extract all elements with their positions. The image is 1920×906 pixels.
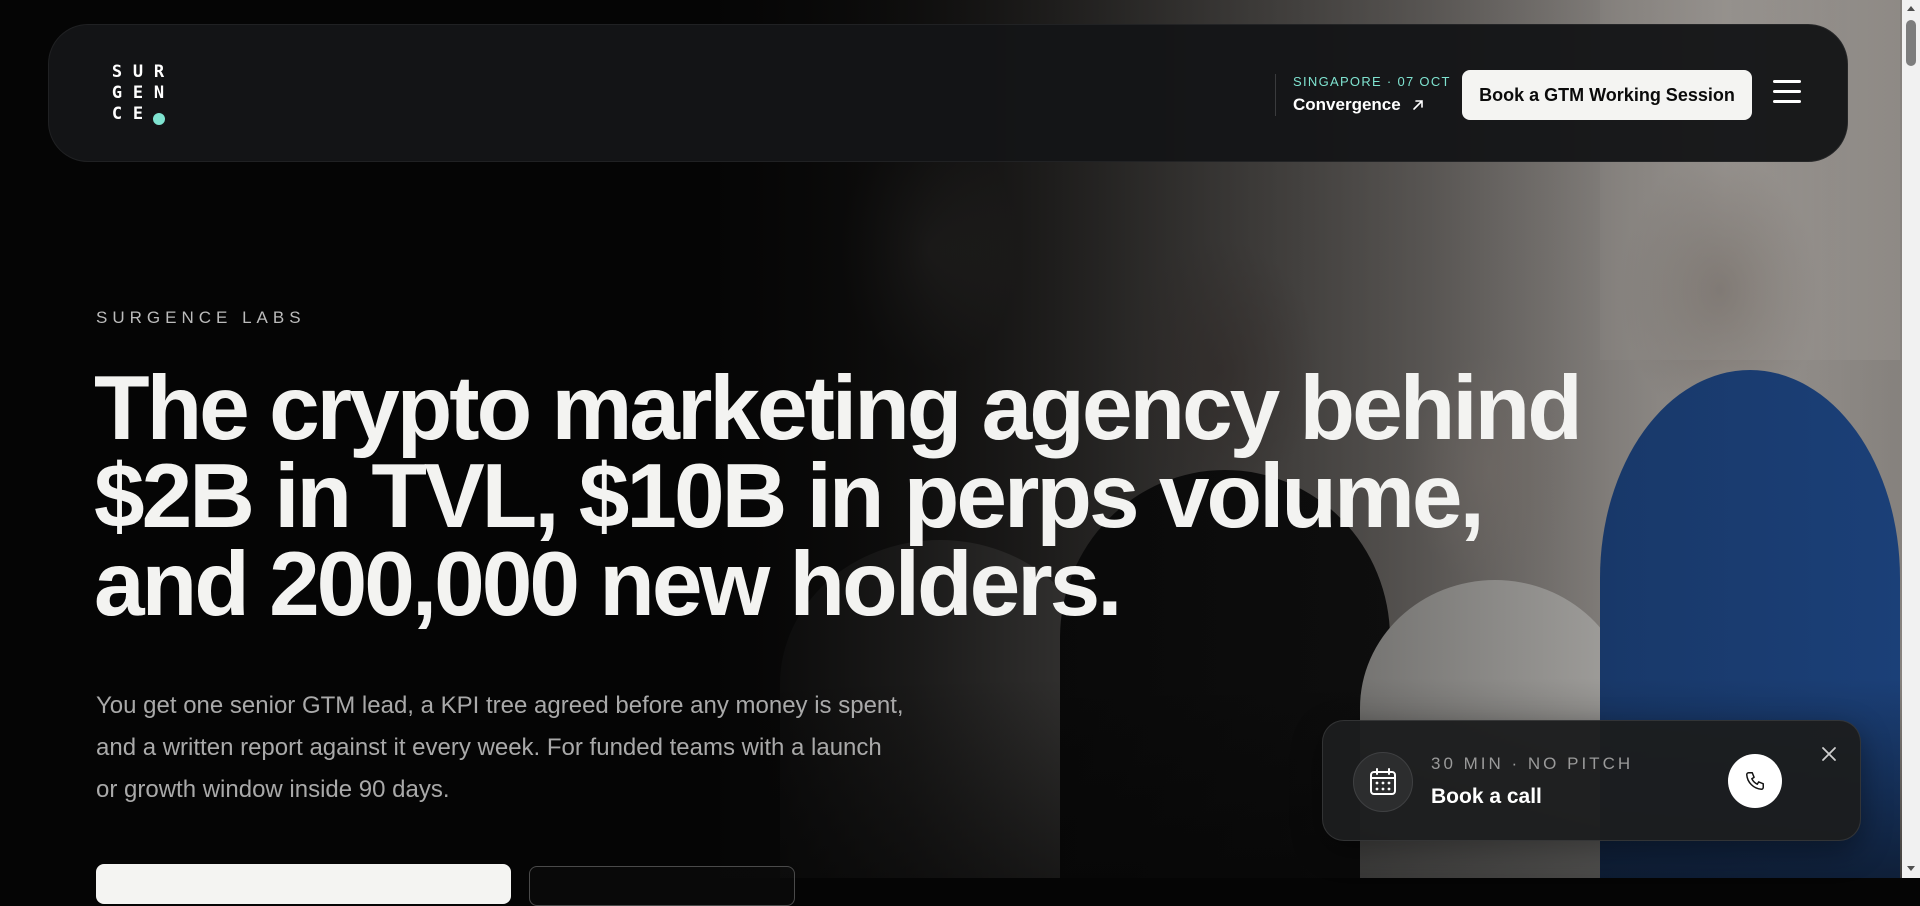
headline-line: and 200,000 new holders.	[94, 534, 1123, 635]
event-link[interactable]: Convergence	[1293, 95, 1451, 115]
header-divider	[1275, 74, 1276, 116]
logo-letter: E	[132, 83, 143, 103]
secondary-cta-button[interactable]	[529, 866, 795, 906]
subcopy-line: or growth window inside 90 days.	[96, 776, 450, 803]
phone-call-button[interactable]	[1728, 754, 1782, 808]
logo-dot-icon	[151, 111, 167, 127]
hero-eyebrow: SURGENCE LABS	[96, 308, 306, 327]
call-meta: 30 MIN · NO PITCH	[1431, 754, 1634, 773]
logo-letter: C	[111, 104, 122, 124]
headline-line: $2B in TVL, $10B in perps volume,	[94, 446, 1485, 547]
calendar-icon	[1353, 752, 1413, 812]
logo-letter: G	[111, 83, 122, 103]
close-icon	[1822, 746, 1836, 761]
scroll-thumb[interactable]	[1906, 20, 1916, 66]
scroll-up-arrow-icon[interactable]	[1907, 6, 1915, 11]
logo-letter: S	[111, 62, 122, 82]
hamburger-icon	[1773, 80, 1801, 83]
menu-button[interactable]	[1773, 79, 1807, 111]
event-meta: SINGAPORE · 07 OCT	[1293, 74, 1451, 89]
headline-line: The crypto marketing agency behind	[94, 358, 1583, 459]
event-name: Convergence	[1293, 95, 1401, 114]
hamburger-icon	[1773, 90, 1801, 93]
phone-icon	[1746, 772, 1764, 790]
vertical-scrollbar[interactable]	[1902, 0, 1920, 878]
hero-headline: The crypto marketing agency behind $2B i…	[94, 363, 1654, 630]
logo-letter: U	[132, 62, 143, 82]
logo-letter: R	[153, 62, 164, 82]
arrow-up-right-icon	[1412, 100, 1423, 110]
logo[interactable]: S U R G E N C E	[107, 63, 171, 127]
logo-letter: E	[132, 104, 143, 124]
event-announcement: SINGAPORE · 07 OCT Convergence	[1293, 74, 1451, 115]
scroll-down-arrow-icon[interactable]	[1907, 866, 1915, 871]
site-header: S U R G E N C E SINGAPORE · 07 OCT Conve…	[48, 24, 1848, 162]
primary-cta-button[interactable]	[96, 864, 511, 904]
hero-subcopy: You get one senior GTM lead, a KPI tree …	[96, 685, 946, 811]
hamburger-icon	[1773, 100, 1801, 103]
call-title: Book a call	[1431, 785, 1542, 808]
subcopy-line: You get one senior GTM lead, a KPI tree …	[96, 692, 904, 719]
book-gtm-session-button[interactable]: Book a GTM Working Session	[1462, 70, 1752, 120]
book-call-popup[interactable]: 30 MIN · NO PITCH Book a call	[1322, 720, 1861, 841]
subcopy-line: and a written report against it every we…	[96, 734, 882, 761]
logo-letter: N	[153, 83, 164, 103]
close-popup-button[interactable]	[1819, 745, 1839, 765]
